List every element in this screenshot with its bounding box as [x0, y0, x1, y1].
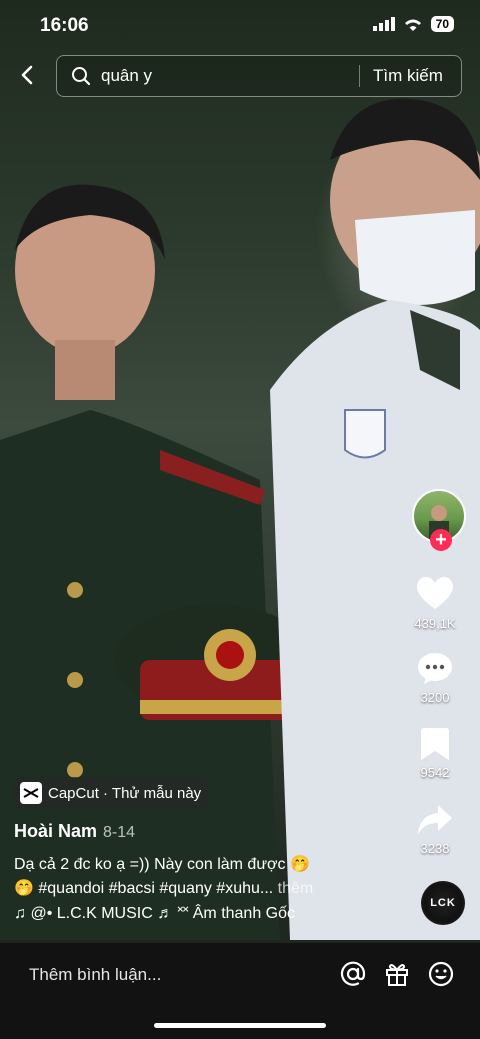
wifi-icon: [404, 19, 421, 31]
share-arrow-icon: [418, 805, 452, 834]
home-indicator[interactable]: [154, 1023, 326, 1028]
search-input[interactable]: quân y Tìm kiếm: [56, 55, 462, 97]
music-disc-logo: LCK: [430, 897, 456, 909]
search-submit-button[interactable]: Tìm kiếm: [373, 66, 443, 86]
signal-icon: [372, 17, 395, 31]
capcut-logo-icon: [20, 782, 42, 804]
like-button[interactable]: 439,1K: [400, 577, 470, 631]
emoji-icon[interactable]: [428, 961, 454, 987]
gift-icon[interactable]: [384, 961, 410, 987]
comment-bar: Thêm bình luận...: [0, 943, 480, 1039]
follow-plus-button[interactable]: +: [430, 529, 452, 551]
caption-more-link[interactable]: thêm: [273, 880, 314, 897]
comment-input[interactable]: Thêm bình luận...: [29, 965, 161, 985]
video-screen: 16:06 70 quân y Tìm kiếm + 439,1K 3200 9…: [0, 0, 480, 1039]
status-icons: 70: [372, 16, 454, 32]
caption[interactable]: Dạ cả 2 đc ko ạ =)) Này con làm được 🤭 🤭…: [14, 853, 394, 901]
battery-indicator: 70: [430, 16, 454, 32]
caption-line-2: 🤭 #quandoi #bacsi #quany #xuhu...: [14, 880, 274, 897]
post-date: 8-14: [103, 824, 136, 841]
capcut-label: CapCut · Thử mẫu này: [48, 784, 202, 802]
sound-info[interactable]: ♫ @• L.C.K MUSIC ♬ ˟˟ Âm thanh Gốc: [14, 905, 295, 923]
author-line[interactable]: Hoài Nam 8-14: [14, 821, 135, 842]
like-count: 439,1K: [414, 616, 456, 631]
search-row: quân y Tìm kiếm: [0, 55, 480, 99]
bookmark-count: 9542: [420, 765, 450, 780]
comment-bubble-icon: [418, 653, 452, 684]
search-query[interactable]: quân y: [101, 66, 152, 86]
comment-button[interactable]: 3200: [400, 651, 470, 705]
comment-tools: [340, 961, 454, 987]
mention-icon[interactable]: [340, 961, 366, 987]
comment-count: 3200: [420, 690, 450, 705]
bookmark-button[interactable]: 9542: [400, 728, 470, 780]
search-icon: [72, 67, 91, 86]
heart-icon: [417, 577, 453, 609]
share-count: 3238: [420, 841, 450, 856]
bookmark-icon: [421, 728, 449, 760]
status-time: 16:06: [40, 15, 89, 36]
back-arrow-icon[interactable]: [16, 63, 40, 87]
author-name[interactable]: Hoài Nam: [14, 821, 97, 841]
search-divider: [359, 65, 360, 87]
share-button[interactable]: 3238: [400, 804, 470, 856]
caption-line-1: Dạ cả 2 đc ko ạ =)) Này con làm được 🤭: [14, 856, 310, 873]
capcut-template-badge[interactable]: CapCut · Thử mẫu này: [14, 777, 210, 809]
music-disc[interactable]: LCK: [421, 881, 465, 925]
status-bar: 16:06 70: [0, 0, 480, 50]
